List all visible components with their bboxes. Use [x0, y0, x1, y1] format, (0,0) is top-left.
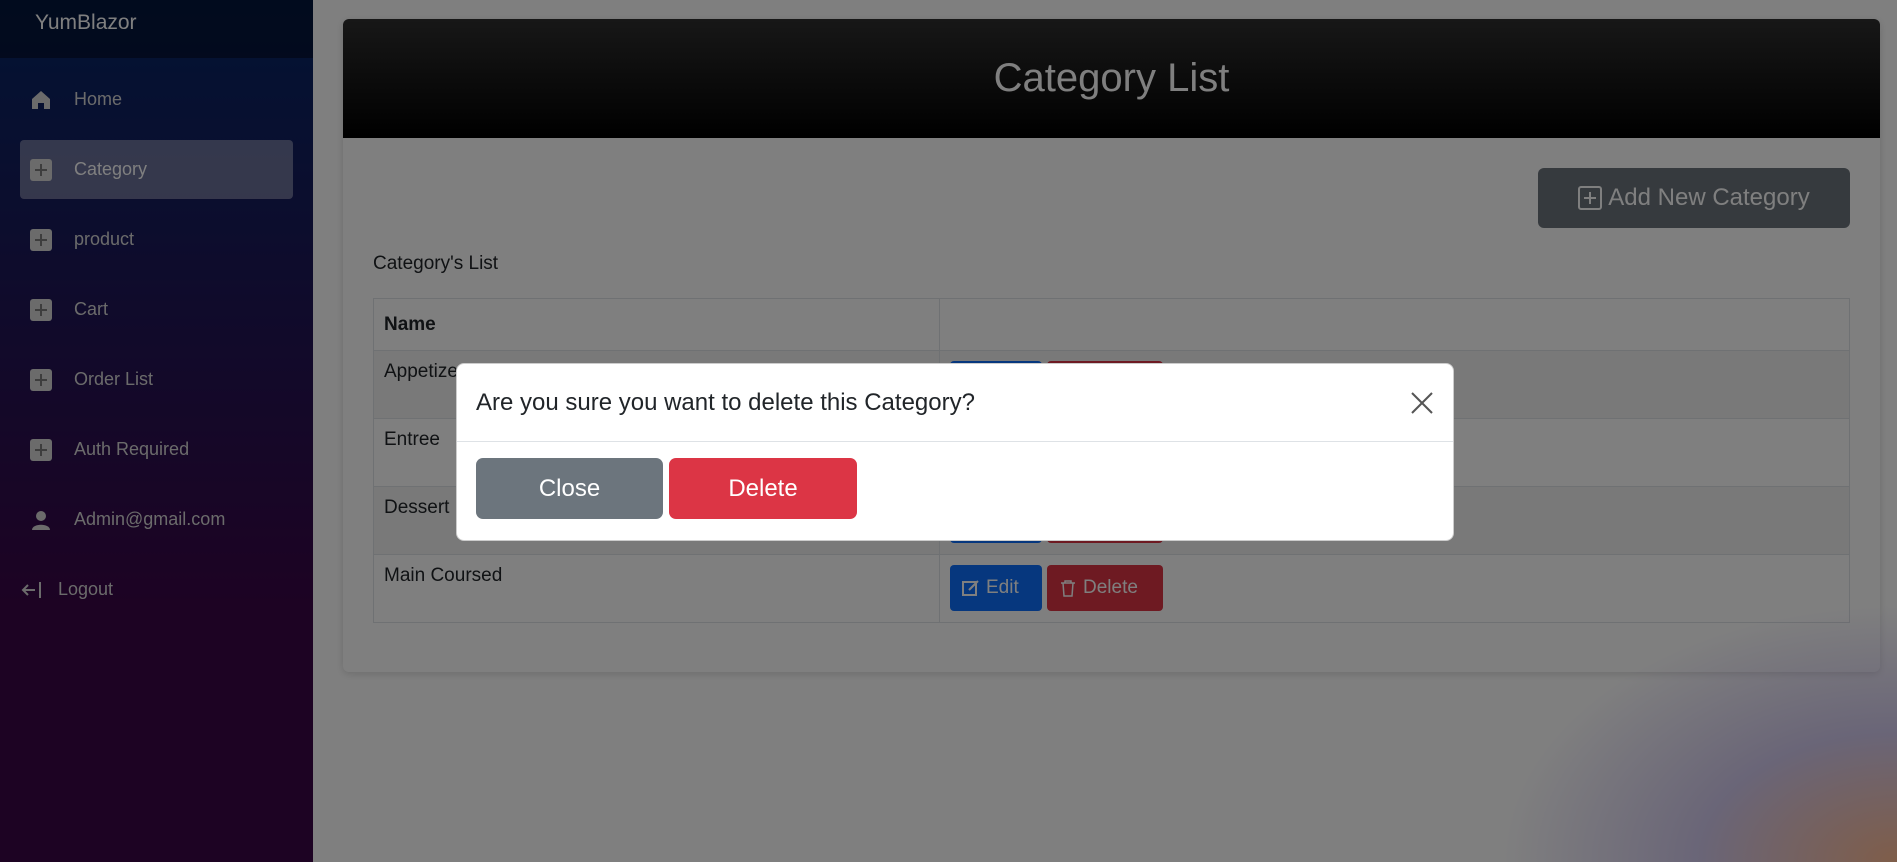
modal-title: Are you sure you want to delete this Cat…	[476, 388, 975, 416]
close-button[interactable]: Close	[476, 458, 663, 519]
close-icon[interactable]	[1409, 390, 1435, 416]
modal-body: Close Delete	[457, 442, 1453, 535]
confirm-delete-button[interactable]: Delete	[669, 458, 857, 519]
delete-confirm-modal: Are you sure you want to delete this Cat…	[456, 363, 1454, 541]
modal-header: Are you sure you want to delete this Cat…	[457, 364, 1453, 442]
